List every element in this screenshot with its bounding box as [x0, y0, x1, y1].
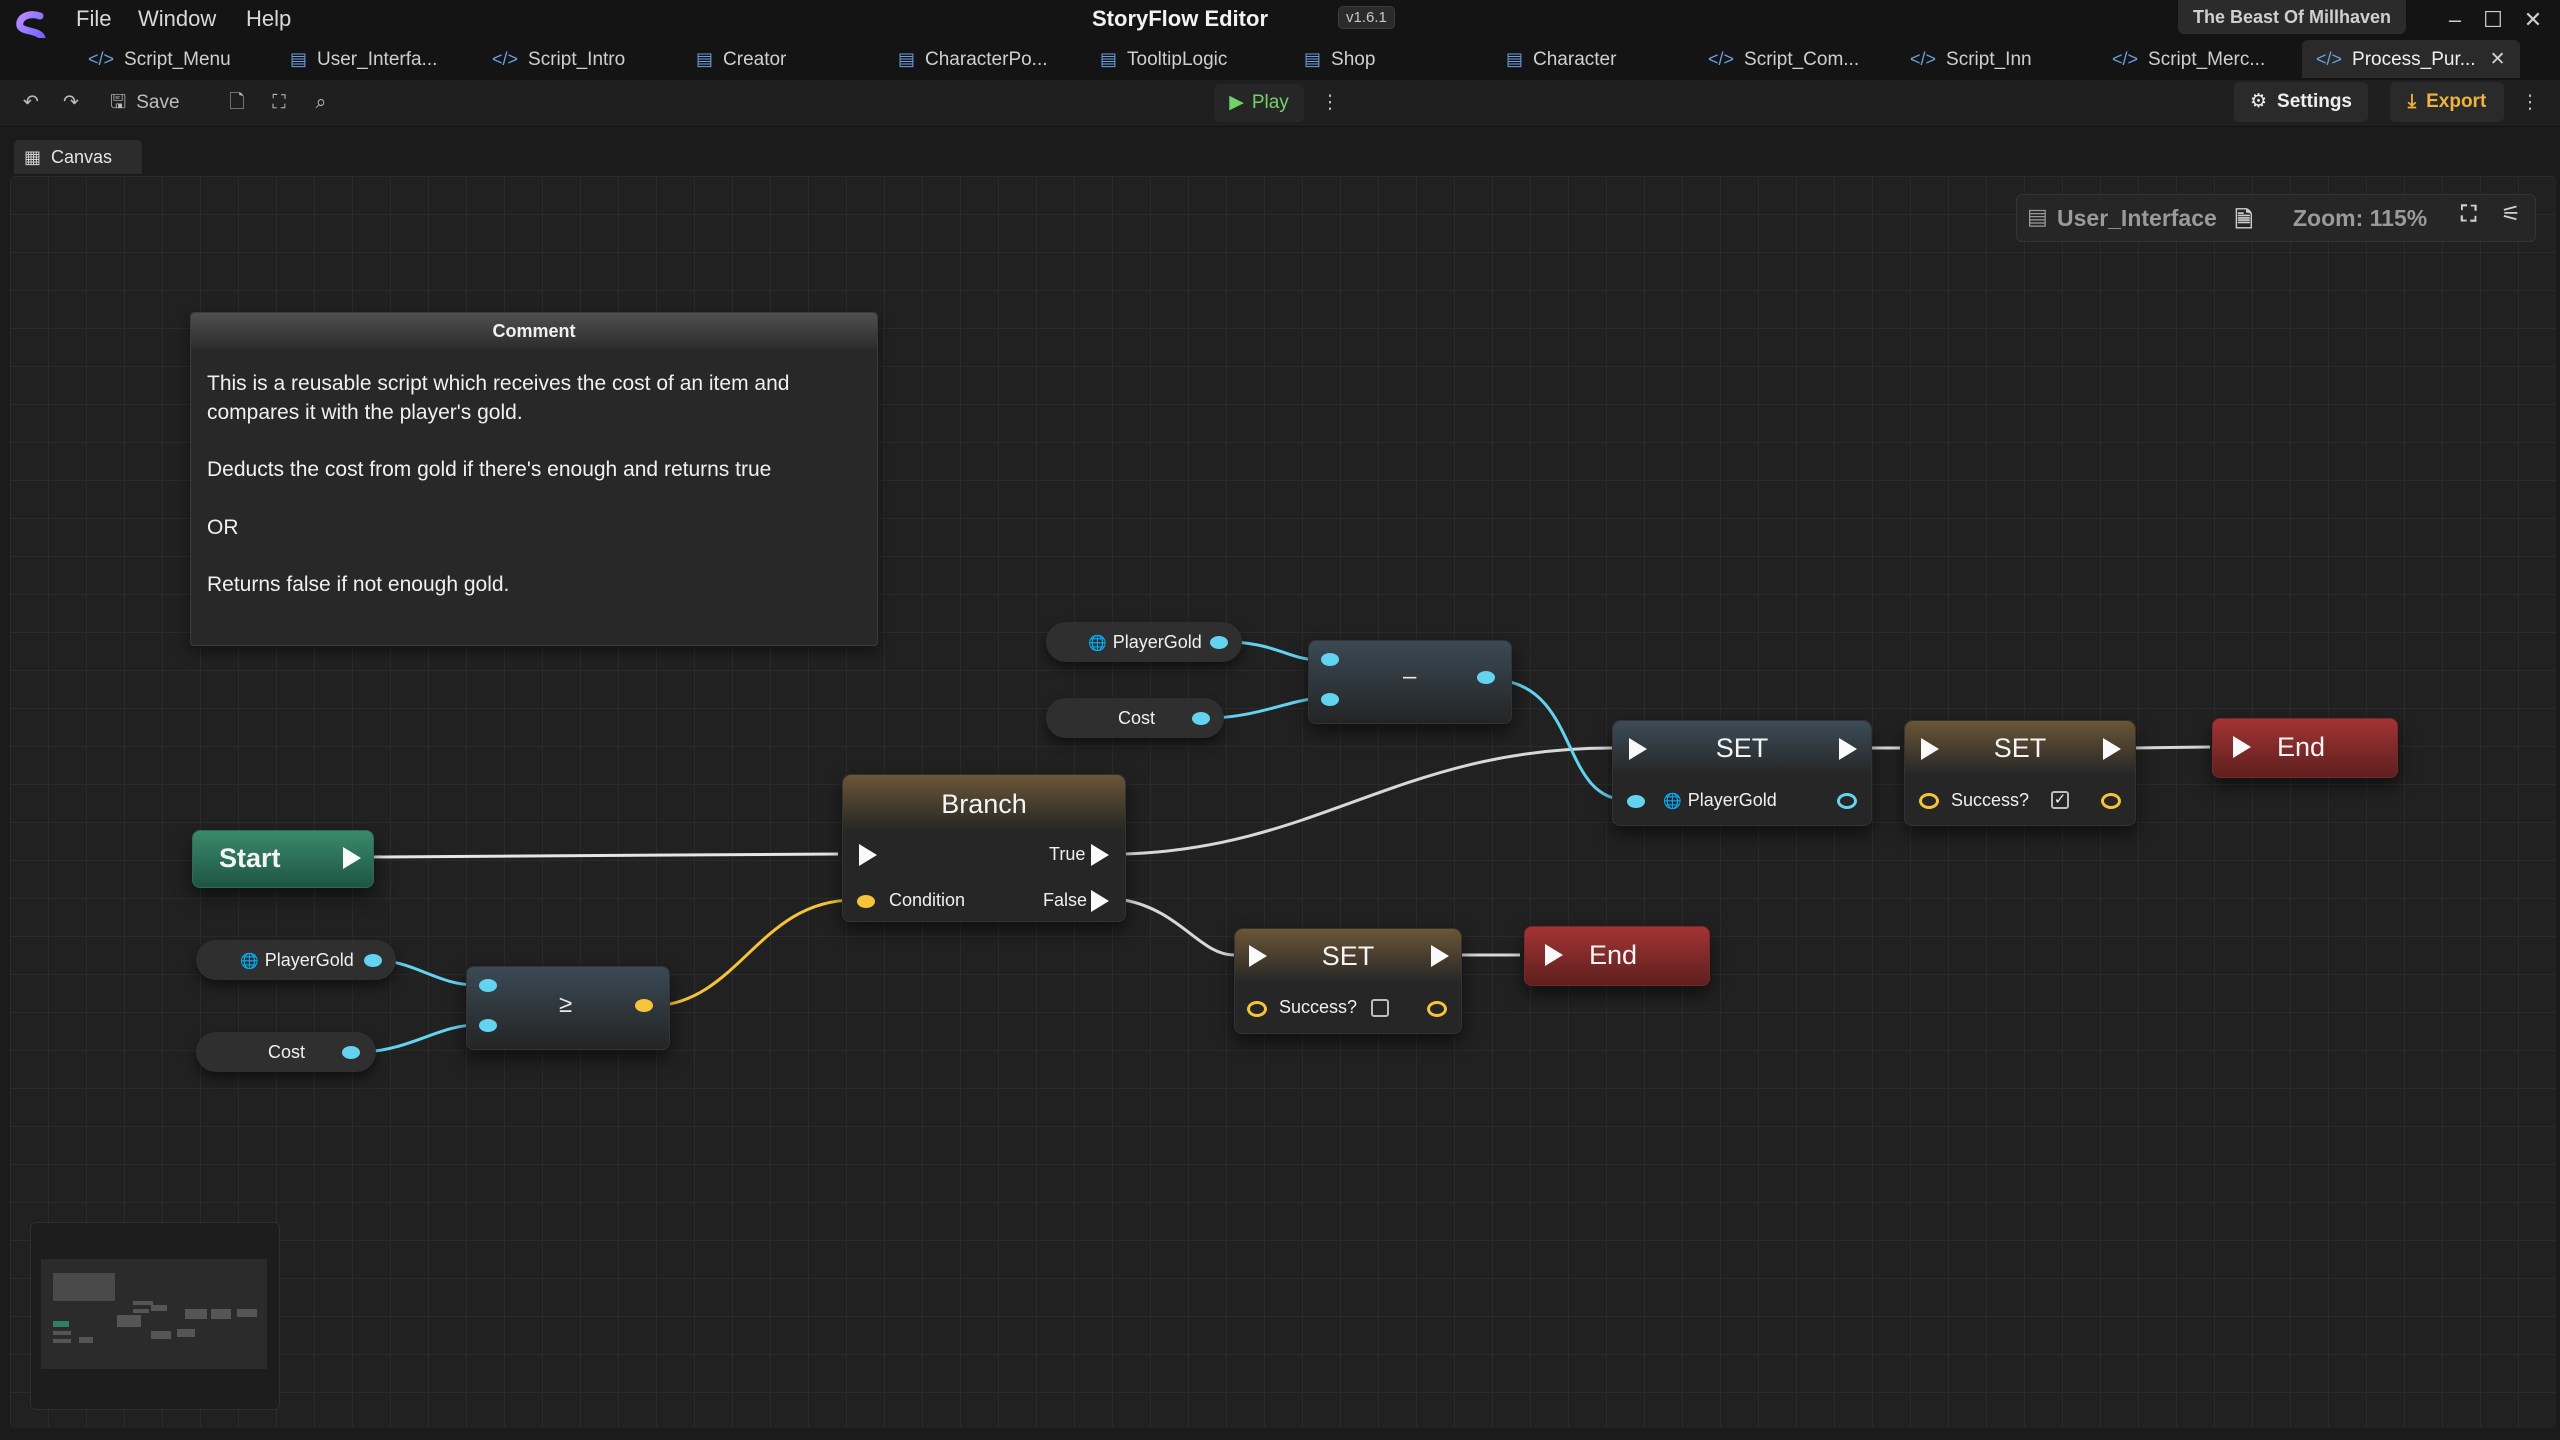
wire-start-branch — [371, 852, 839, 859]
comment-node[interactable]: Comment This is a reusable script which … — [190, 312, 878, 646]
comment-header: Comment — [191, 313, 877, 349]
value-in-pin[interactable] — [1627, 795, 1645, 808]
wire-gold-compare — [381, 958, 477, 987]
value-out-pin[interactable] — [1192, 712, 1210, 725]
minimap-node — [185, 1309, 207, 1319]
a-input-pin[interactable] — [1321, 653, 1339, 666]
minimap-node — [133, 1309, 149, 1313]
minimap-node — [53, 1331, 71, 1335]
start-node[interactable]: Start — [192, 830, 374, 888]
set-success-false-node[interactable]: SET Success? — [1234, 928, 1462, 1034]
player-gold-var-node[interactable]: 🌐 PlayerGold — [1046, 622, 1242, 662]
value-out-pin[interactable] — [342, 1046, 360, 1059]
b-input-pin[interactable] — [1321, 693, 1339, 706]
value-in-pin[interactable] — [1247, 1001, 1267, 1017]
wire-cost-subtract — [1213, 696, 1321, 720]
subtract-node[interactable]: – — [1308, 640, 1512, 724]
minimap-node — [133, 1301, 153, 1305]
start-title: Start — [219, 843, 281, 873]
compare-operator: ≥ — [559, 991, 573, 1018]
minimap-node — [237, 1309, 257, 1317]
cost-label: Cost — [268, 1042, 306, 1062]
set-title: SET — [1321, 941, 1375, 971]
compare-node[interactable]: ≥ — [466, 966, 670, 1050]
end-node[interactable]: End — [2212, 718, 2398, 778]
end-node[interactable]: End — [1524, 926, 1710, 986]
minimap-node — [79, 1337, 93, 1343]
wire-subtract-set — [1499, 678, 1629, 802]
value-out-pin[interactable] — [364, 954, 382, 967]
minimap-node — [117, 1315, 141, 1327]
minimap[interactable] — [30, 1222, 280, 1410]
set-player-gold-node[interactable]: SET 🌐 PlayerGold — [1612, 720, 1872, 826]
exec-out-pin[interactable] — [2103, 738, 2121, 760]
success-pin-label: Success? — [1279, 997, 1358, 1017]
wire-compare-branch — [655, 898, 855, 1008]
globe-icon: 🌐 — [1088, 635, 1107, 652]
set-title: SET — [1993, 733, 2047, 763]
branch-node[interactable]: Branch True Condition False — [842, 774, 1126, 922]
minimap-node — [211, 1309, 231, 1319]
comment-line: compares it with the player's gold. — [207, 401, 523, 424]
result-pin[interactable] — [1477, 671, 1495, 684]
end-title: End — [2277, 732, 2326, 762]
condition-pin-label: Condition — [889, 890, 966, 910]
comment-line: Deducts the cost from gold if there's en… — [207, 458, 772, 481]
b-input-pin[interactable] — [479, 1019, 497, 1032]
subtract-operator: – — [1403, 663, 1417, 690]
wire-cost-compare — [363, 1023, 477, 1054]
set-title: SET — [1715, 733, 1769, 763]
player-gold-label: 🌐 PlayerGold — [1088, 632, 1202, 652]
exec-out-pin[interactable] — [1839, 738, 1857, 760]
success-pin-label: Success? — [1951, 790, 2030, 810]
player-gold-pin-label: 🌐 PlayerGold — [1663, 790, 1777, 810]
condition-pin[interactable] — [857, 895, 875, 908]
wire-set-end — [2133, 745, 2211, 750]
value-out-pin[interactable] — [1427, 1001, 1447, 1017]
minimap-node — [151, 1331, 171, 1339]
player-gold-var-node[interactable]: 🌐 PlayerGold — [196, 940, 396, 980]
false-exec-pin[interactable] — [1091, 890, 1109, 912]
value-out-pin[interactable] — [1210, 636, 1228, 649]
value-out-pin[interactable] — [2101, 793, 2121, 809]
comment-line: This is a reusable script which receives… — [207, 372, 790, 395]
result-pin[interactable] — [635, 999, 653, 1012]
comment-line: Returns false if not enough gold. — [207, 573, 510, 596]
comment-line: OR — [207, 516, 239, 539]
minimap-node — [177, 1329, 195, 1337]
exec-in-pin[interactable] — [1545, 944, 1563, 966]
value-out-pin[interactable] — [1837, 793, 1857, 809]
true-exec-pin[interactable] — [1091, 844, 1109, 866]
minimap-node — [53, 1339, 71, 1343]
true-pin-label: True — [1049, 844, 1086, 864]
branch-title: Branch — [941, 789, 1027, 819]
cost-var-node[interactable]: Cost — [196, 1032, 376, 1072]
exec-in-pin[interactable] — [859, 844, 877, 866]
globe-icon: 🌐 — [240, 953, 259, 970]
success-checkbox[interactable] — [1371, 999, 1389, 1017]
a-input-pin[interactable] — [479, 979, 497, 992]
false-pin-label: False — [1043, 890, 1088, 910]
cost-var-node[interactable]: Cost — [1046, 698, 1224, 738]
end-title: End — [1589, 940, 1638, 970]
value-in-pin[interactable] — [1919, 793, 1939, 809]
exec-out-pin[interactable] — [1431, 945, 1449, 967]
wire-branch-false-set — [1123, 898, 1235, 957]
player-gold-label: 🌐 PlayerGold — [240, 950, 354, 970]
minimap-node — [53, 1321, 69, 1327]
set-success-true-node[interactable]: SET Success? ✓ — [1904, 720, 2136, 826]
wire-branch-true-set — [1123, 746, 1613, 856]
wires-layer — [363, 640, 2211, 1054]
exec-in-pin[interactable] — [2233, 736, 2251, 758]
cost-label: Cost — [1118, 708, 1156, 728]
minimap-comment — [53, 1273, 115, 1301]
exec-out-pin[interactable] — [343, 847, 361, 869]
minimap-node — [151, 1305, 167, 1311]
success-checkbox[interactable]: ✓ — [2051, 791, 2069, 809]
globe-icon: 🌐 — [1663, 793, 1682, 810]
